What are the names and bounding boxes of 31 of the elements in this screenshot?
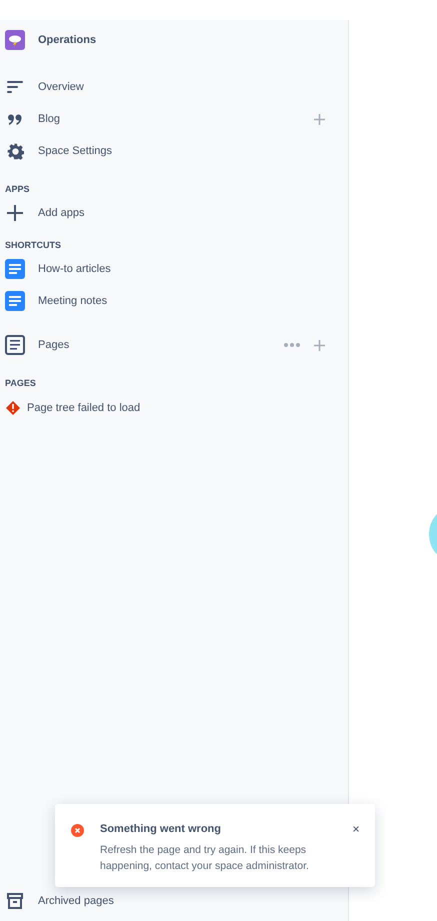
- error-message: Page tree failed to load: [27, 402, 140, 414]
- document-icon: [5, 291, 25, 311]
- nav-link[interactable]: Space Settings: [38, 145, 112, 157]
- space-name[interactable]: Operations: [38, 34, 96, 46]
- error-icon: [71, 824, 84, 837]
- settings-icon: [6, 142, 24, 160]
- section-heading: APPS: [5, 184, 30, 194]
- nav-link[interactable]: Archived pages: [38, 895, 114, 907]
- nav-link[interactable]: Blog: [38, 113, 60, 125]
- section-heading: PAGES: [5, 378, 36, 388]
- toast-message: Refresh the page and try again. If this keeps happening, contact your space administrator.: [100, 843, 310, 874]
- quote-icon: [8, 114, 22, 124]
- archive-icon: [7, 893, 23, 909]
- toast-title: Something went wrong: [100, 823, 222, 835]
- nav-link[interactable]: Overview: [38, 81, 84, 93]
- nav-link[interactable]: Meeting notes: [38, 295, 108, 307]
- nav-link[interactable]: Pages: [38, 339, 70, 351]
- page-icon: [5, 335, 25, 355]
- warning-icon: [6, 401, 20, 415]
- close-icon[interactable]: [352, 824, 359, 834]
- illustration-edge-drawing: [429, 514, 437, 554]
- section-heading: SHORTCUTS: [5, 240, 61, 250]
- space-logo-icon: [5, 30, 25, 50]
- nav-link[interactable]: Add apps: [38, 207, 84, 219]
- add-icon[interactable]: [314, 340, 325, 350]
- document-icon: [5, 259, 25, 279]
- plus-icon: [7, 205, 23, 221]
- more-icon[interactable]: [284, 343, 300, 347]
- add-icon[interactable]: [314, 114, 325, 124]
- menu-lines-icon: [7, 81, 23, 93]
- nav-link[interactable]: How-to articles: [38, 263, 111, 275]
